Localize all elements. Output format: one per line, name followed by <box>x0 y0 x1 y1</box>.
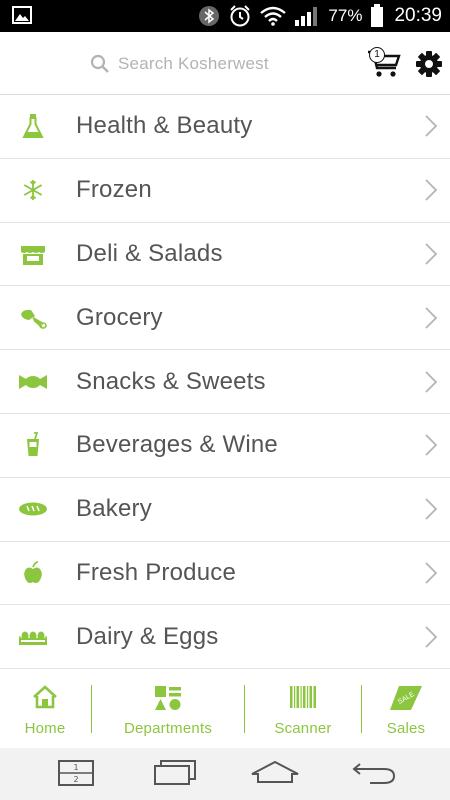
gear-icon <box>416 51 442 77</box>
chevron-right-icon <box>425 179 438 201</box>
chevron-right-icon <box>425 434 438 457</box>
snowflake-icon <box>18 175 48 205</box>
category-label: Snacks & Sweets <box>76 367 266 395</box>
settings-button[interactable] <box>415 50 443 78</box>
drink-cup-icon <box>18 430 48 460</box>
barcode-icon <box>290 686 316 708</box>
bluetooth-icon <box>199 6 220 26</box>
tab-label: Departments <box>123 720 213 737</box>
search-bar[interactable]: Search Kosherwest <box>90 50 269 78</box>
back-icon[interactable] <box>352 760 396 786</box>
category-row-snacks-sweets[interactable]: Snacks & Sweets <box>0 350 450 414</box>
shapes-icon <box>155 686 181 710</box>
category-row-frozen[interactable]: Frozen <box>0 159 450 223</box>
search-icon <box>90 54 109 73</box>
status-bar: 77% 20:39 <box>0 0 450 32</box>
flask-icon <box>18 111 48 141</box>
category-row-fresh-produce[interactable]: Fresh Produce <box>0 542 450 606</box>
egg-carton-icon <box>18 622 48 652</box>
apple-icon <box>18 558 48 588</box>
chevron-right-icon <box>425 562 438 584</box>
battery-percent: 77% <box>328 6 363 25</box>
category-row-health-beauty[interactable]: Health & Beauty <box>0 95 450 159</box>
chevron-right-icon <box>425 370 438 393</box>
category-list: Health & Beauty Frozen Deli & Salads Gro… <box>0 95 450 670</box>
home-icon <box>33 685 57 709</box>
category-row-bakery[interactable]: Bakery <box>0 478 450 542</box>
chevron-right-icon <box>425 307 438 329</box>
signal-icon <box>295 7 318 26</box>
dual-window-icon[interactable]: 1 2 <box>58 760 94 786</box>
tab-label: Sales <box>386 720 426 737</box>
chevron-right-icon <box>425 115 438 138</box>
category-label: Grocery <box>76 303 163 331</box>
chevron-right-icon <box>425 626 438 648</box>
cart-button[interactable]: 1 <box>366 44 402 80</box>
tab-label: Scanner <box>274 720 332 737</box>
bread-icon <box>18 494 48 524</box>
status-time: 20:39 <box>394 5 442 26</box>
category-label: Bakery <box>76 495 152 523</box>
app-header: Search Kosherwest 1 <box>0 32 450 95</box>
svg-text:2: 2 <box>73 775 78 784</box>
recent-apps-icon[interactable] <box>153 760 197 786</box>
home-nav-icon[interactable] <box>250 760 300 786</box>
category-row-beverages-wine[interactable]: Beverages & Wine <box>0 414 450 478</box>
category-label: Deli & Salads <box>76 239 223 267</box>
sale-tag-icon: SALE <box>390 686 422 710</box>
system-nav-bar: 1 2 <box>0 748 450 800</box>
candy-icon <box>18 367 48 397</box>
tab-home[interactable]: Home <box>0 669 90 749</box>
category-label: Frozen <box>76 176 152 204</box>
wifi-icon <box>260 6 287 26</box>
tab-label: Home <box>24 720 66 737</box>
category-row-dairy-eggs[interactable]: Dairy & Eggs <box>0 605 450 670</box>
tab-scanner[interactable]: Scanner <box>245 669 361 749</box>
category-label: Beverages & Wine <box>76 431 278 459</box>
tab-departments[interactable]: Departments <box>92 669 244 749</box>
category-row-deli-salads[interactable]: Deli & Salads <box>0 223 450 287</box>
bottom-tab-bar: Home Departments Scanner SALE Sales <box>0 668 450 748</box>
chevron-right-icon <box>425 243 438 265</box>
category-label: Dairy & Eggs <box>76 622 219 650</box>
chevron-right-icon <box>425 498 438 520</box>
alarm-icon <box>230 5 251 27</box>
deli-counter-icon <box>18 239 48 269</box>
category-label: Fresh Produce <box>76 558 237 586</box>
cart-count-badge: 1 <box>369 47 385 63</box>
hand-mixer-icon <box>18 303 48 333</box>
battery-icon <box>371 4 384 27</box>
gallery-icon <box>12 6 32 24</box>
svg-text:1: 1 <box>73 763 78 772</box>
search-input[interactable]: Search Kosherwest <box>118 54 269 74</box>
category-row-grocery[interactable]: Grocery <box>0 286 450 351</box>
tab-sales[interactable]: SALE Sales <box>362 669 450 749</box>
category-label: Health & Beauty <box>76 112 253 140</box>
